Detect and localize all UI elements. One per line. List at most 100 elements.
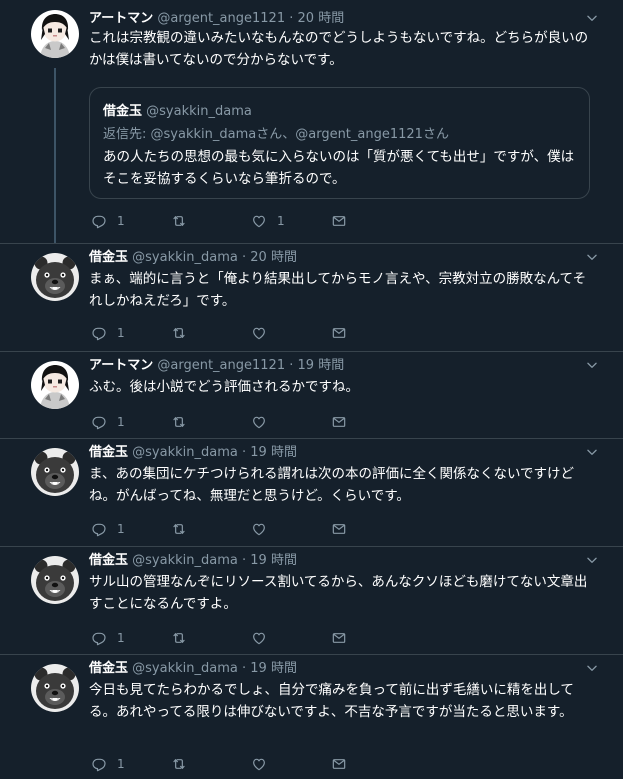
reply-button[interactable]: 1	[91, 413, 125, 431]
like-icon	[251, 325, 267, 341]
like-button[interactable]	[251, 324, 277, 342]
reply-icon	[91, 756, 107, 772]
avatar[interactable]	[31, 664, 79, 712]
share-button[interactable]	[331, 755, 347, 773]
avatar[interactable]	[31, 448, 79, 496]
timestamp[interactable]: 20 時間	[250, 250, 297, 265]
chevron-down-icon[interactable]	[585, 661, 599, 675]
display-name[interactable]: アートマン	[89, 358, 153, 373]
tweet[interactable]: 借金玉 @syakkin_dama · 19 時間 今日も見てたらわかるでしょ、…	[0, 654, 623, 779]
separator-dot: ·	[289, 358, 294, 373]
share-button[interactable]	[331, 629, 347, 647]
user-handle[interactable]: @syakkin_dama	[132, 445, 238, 460]
tweet-header: アートマン @argent_ange1121 · 19 時間	[89, 356, 344, 376]
share-icon	[331, 213, 347, 229]
tweet-header: 借金玉 @syakkin_dama · 20 時間	[89, 248, 297, 268]
user-handle[interactable]: @syakkin_dama	[132, 661, 238, 676]
reply-to-mention: @syakkin_dama	[150, 127, 257, 142]
avatar[interactable]	[31, 361, 79, 409]
avatar[interactable]	[31, 10, 79, 58]
tweet-text: サル山の管理なんぞにリソース割いてるから、あんなクソほども磨けてない文章出すこと…	[89, 574, 588, 612]
timestamp[interactable]: 19 時間	[250, 661, 297, 676]
timestamp[interactable]: 19 時間	[298, 358, 345, 373]
reply-count: 1	[117, 326, 125, 340]
tweet[interactable]: 借金玉 @syakkin_dama · 19 時間 サル山の管理なんぞにリソース…	[0, 546, 623, 655]
tweet-actions: 1	[89, 413, 389, 431]
reply-button[interactable]: 1	[91, 520, 125, 538]
avatar[interactable]	[31, 556, 79, 604]
retweet-button[interactable]	[171, 755, 197, 773]
reply-count: 1	[117, 522, 125, 536]
tweet[interactable]: アートマン @argent_ange1121 · 20 時間 これは宗教観の違い…	[0, 0, 623, 244]
tweet-header: 借金玉 @syakkin_dama · 19 時間	[89, 551, 297, 571]
reply-button[interactable]: 1	[91, 212, 125, 230]
retweet-button[interactable]	[171, 413, 197, 431]
chevron-down-icon[interactable]	[585, 445, 599, 459]
reply-icon	[91, 521, 107, 537]
chevron-down-icon[interactable]	[585, 358, 599, 372]
separator-dot: ·	[289, 11, 294, 26]
reply-button[interactable]: 1	[91, 629, 125, 647]
share-button[interactable]	[331, 520, 347, 538]
display-name[interactable]: アートマン	[89, 11, 153, 26]
reply-button[interactable]: 1	[91, 324, 125, 342]
tweet-text: これは宗教観の違いみたいなもんなのでどうしようもないですね。どちらが良いのかは僕…	[89, 30, 589, 68]
tweet[interactable]: アートマン @argent_ange1121 · 19 時間 ふむ。後は小説でど…	[0, 351, 623, 439]
separator-dot: ·	[242, 445, 247, 460]
quoted-user-handle: @syakkin_dama	[146, 104, 252, 119]
timestamp[interactable]: 19 時間	[250, 553, 297, 568]
display-name[interactable]: 借金玉	[89, 553, 128, 568]
display-name[interactable]: 借金玉	[89, 445, 128, 460]
reply-to-separator: さん、	[256, 127, 296, 142]
like-button[interactable]	[251, 520, 277, 538]
reply-icon	[91, 414, 107, 430]
tweet[interactable]: 借金玉 @syakkin_dama · 20 時間 まぁ、端的に言うと「俺より結…	[0, 243, 623, 352]
user-handle[interactable]: @syakkin_dama	[132, 553, 238, 568]
share-button[interactable]	[331, 324, 347, 342]
share-icon	[331, 325, 347, 341]
share-button[interactable]	[331, 212, 347, 230]
like-button[interactable]	[251, 413, 277, 431]
chevron-down-icon[interactable]	[585, 11, 599, 25]
reply-count: 1	[117, 415, 125, 429]
like-icon	[251, 213, 267, 229]
chevron-down-icon[interactable]	[585, 250, 599, 264]
tweet[interactable]: 借金玉 @syakkin_dama · 19 時間 ま、あの集団にケチつけられる…	[0, 438, 623, 547]
chevron-down-icon[interactable]	[585, 553, 599, 567]
retweet-button[interactable]	[171, 212, 197, 230]
tweet-header: 借金玉 @syakkin_dama · 19 時間	[89, 443, 297, 463]
retweet-icon	[171, 521, 187, 537]
timestamp[interactable]: 19 時間	[250, 445, 297, 460]
share-button[interactable]	[331, 413, 347, 431]
display-name[interactable]: 借金玉	[89, 661, 128, 676]
retweet-icon	[171, 325, 187, 341]
like-icon	[251, 756, 267, 772]
like-button[interactable]	[251, 629, 277, 647]
quoted-display-name: 借金玉	[103, 104, 143, 119]
like-count: 1	[277, 214, 285, 228]
reply-button[interactable]: 1	[91, 755, 125, 773]
retweet-button[interactable]	[171, 324, 197, 342]
share-icon	[331, 521, 347, 537]
retweet-icon	[171, 213, 187, 229]
quoted-tweet[interactable]: 借金玉 @syakkin_dama 返信先: @syakkin_damaさん、@…	[89, 87, 590, 199]
tweet-header: アートマン @argent_ange1121 · 20 時間	[89, 9, 344, 29]
retweet-button[interactable]	[171, 629, 197, 647]
like-button[interactable]	[251, 755, 277, 773]
display-name[interactable]: 借金玉	[89, 250, 128, 265]
tweet-actions: 1	[89, 520, 389, 538]
user-handle[interactable]: @argent_ange1121	[157, 358, 285, 373]
user-handle[interactable]: @argent_ange1121	[157, 11, 285, 26]
separator-dot: ·	[242, 553, 247, 568]
timestamp[interactable]: 20 時間	[298, 11, 345, 26]
retweet-button[interactable]	[171, 520, 197, 538]
user-handle[interactable]: @syakkin_dama	[132, 250, 238, 265]
reply-icon	[91, 213, 107, 229]
reply-count: 1	[117, 631, 125, 645]
tweet-text: まぁ、端的に言うと「俺より結果出してからモノ言えや、宗教対立の勝敗なんてそれしか…	[89, 271, 587, 309]
tweet-text: 今日も見てたらわかるでしょ、自分で痛みを負って前に出ず毛繕いに精を出してる。あれ…	[89, 682, 574, 720]
avatar[interactable]	[31, 253, 79, 301]
tweet-text: ふむ。後は小説でどう評価されるかですね。	[89, 379, 359, 395]
reply-to-prefix: 返信先:	[103, 127, 151, 142]
like-button[interactable]: 1	[251, 212, 285, 230]
